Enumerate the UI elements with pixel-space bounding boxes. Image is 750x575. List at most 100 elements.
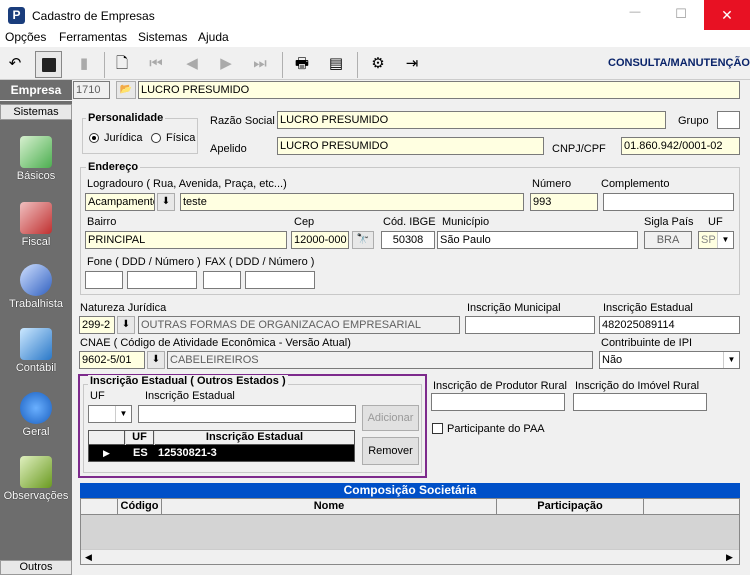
composicao-header: Composição Societária <box>80 483 740 498</box>
paa-checkbox[interactable] <box>432 423 443 434</box>
contabil-icon <box>20 328 52 360</box>
fone-number-field[interactable] <box>127 271 197 289</box>
menu-ajuda[interactable]: Ajuda <box>198 31 229 44</box>
fax-label: FAX ( DDD / Número ) <box>205 256 315 268</box>
menu-sistemas[interactable]: Sistemas <box>138 31 187 44</box>
ie-row-ie: 12530821-3 <box>158 447 217 459</box>
ie-outros-ie-label: Inscrição Estadual <box>145 390 235 402</box>
exit-icon[interactable]: ⇥ <box>400 52 424 76</box>
fone-label: Fone ( DDD / Número ) <box>87 256 201 268</box>
radio-juridica[interactable] <box>89 133 99 143</box>
razao-social-label: Razão Social <box>210 115 275 127</box>
sidebar-footer[interactable]: Outros <box>0 560 72 575</box>
fiscal-icon <box>20 202 52 234</box>
title-bar: P Cadastro de Empresas — ☐ ✕ <box>0 0 750 30</box>
scroll-right-icon[interactable]: ▶ <box>726 551 733 564</box>
ie-row-uf: ES <box>133 447 148 459</box>
cnpj-label: CNPJ/CPF <box>552 143 606 155</box>
sidebar-item-contabil[interactable]: Contábil <box>0 328 72 374</box>
sidebar-item-trabalhista[interactable]: Trabalhista <box>0 264 72 310</box>
complemento-label: Complemento <box>601 178 670 190</box>
inscricao-municipal-label: Inscrição Municipal <box>467 302 561 314</box>
fax-number-field[interactable] <box>245 271 315 289</box>
cep-search-icon[interactable]: 🔭 <box>352 231 374 249</box>
complemento-field[interactable] <box>603 193 734 211</box>
table-row[interactable]: ▶ ES 12530821-3 <box>89 445 354 461</box>
logradouro-lookup-button[interactable]: ⬇ <box>157 193 175 211</box>
cnae-lookup-button[interactable]: ⬇ <box>147 351 165 369</box>
app-icon: P <box>8 7 25 24</box>
cep-field[interactable]: 12000-000 <box>291 231 349 249</box>
ie-outros-ie-field[interactable] <box>138 405 356 423</box>
empresa-name: LUCRO PRESUMIDO <box>138 81 740 99</box>
natureza-code-field[interactable]: 299-2 <box>79 316 115 334</box>
minimize-button[interactable]: — <box>612 6 658 24</box>
logradouro-label: Logradouro ( Rua, Avenida, Praça, etc...… <box>87 178 287 190</box>
cnae-desc-field: CABELEIREIROS <box>167 351 593 369</box>
empresa-label: Empresa <box>0 80 72 100</box>
ie-outros-title: Inscrição Estadual ( Outros Estados ) <box>88 375 288 388</box>
print-icon[interactable]: 🖶 <box>290 52 314 76</box>
inscricao-estadual-field[interactable]: 482025089114 <box>599 316 740 334</box>
close-button[interactable]: ✕ <box>704 0 750 30</box>
sidebar-item-fiscal[interactable]: Fiscal <box>0 202 72 248</box>
cnpj-field[interactable]: 01.860.942/0001-02 <box>621 137 740 155</box>
ie-grid-header-ie: Inscrição Estadual <box>155 431 354 445</box>
sidebar-header: Sistemas <box>0 104 72 120</box>
sidebar-item-observacoes[interactable]: Observações <box>0 456 72 502</box>
open-folder-icon[interactable]: 📂 <box>116 81 136 99</box>
adicionar-button[interactable]: Adicionar <box>362 405 419 431</box>
ibge-field[interactable]: 50308 <box>381 231 435 249</box>
endereco-title: Endereço <box>86 161 141 174</box>
produtor-rural-label: Inscrição de Produtor Rural <box>433 380 567 392</box>
logradouro-tipo-field[interactable]: Acampamento <box>85 193 155 211</box>
produtor-rural-field[interactable] <box>431 393 565 411</box>
maximize-button[interactable]: ☐ <box>658 6 704 24</box>
undo-icon[interactable]: ↶ <box>3 52 27 76</box>
contribuinte-ipi-select[interactable]: Não <box>599 351 740 369</box>
tools-icon[interactable]: ⚙ <box>366 52 390 76</box>
remover-button[interactable]: Remover <box>362 437 419 465</box>
bairro-field[interactable]: PRINCIPAL <box>85 231 287 249</box>
municipio-field[interactable]: São Paulo <box>437 231 638 249</box>
inscricao-municipal-field[interactable] <box>465 316 595 334</box>
apelido-label: Apelido <box>210 143 247 155</box>
razao-social-field[interactable]: LUCRO PRESUMIDO <box>277 111 666 129</box>
first-record-icon: ⏮ <box>149 55 163 72</box>
uf-dropdown-arrow[interactable]: ▼ <box>717 232 733 248</box>
apelido-field[interactable]: LUCRO PRESUMIDO <box>277 137 544 155</box>
personalidade-title: Personalidade <box>86 112 166 125</box>
numero-field[interactable]: 993 <box>530 193 598 211</box>
bookmark-icon: ▮ <box>79 55 89 72</box>
sidebar-item-basicos[interactable]: Básicos <box>0 136 72 182</box>
composicao-col-participacao: Participação <box>497 499 644 515</box>
cnae-label: CNAE ( Código de Atividade Econômica - V… <box>80 337 351 349</box>
preview-icon[interactable]: 🗋 <box>110 52 134 76</box>
cnae-code-field[interactable]: 9602-5/01 <box>79 351 145 369</box>
sidebar-item-geral[interactable]: Geral <box>0 392 72 438</box>
row-selector-icon: ▶ <box>103 448 110 458</box>
menu-opcoes[interactable]: Opções <box>5 31 46 44</box>
grupo-field[interactable] <box>717 111 740 129</box>
fone-ddd-field[interactable] <box>85 271 123 289</box>
scroll-left-icon[interactable]: ◀ <box>85 551 92 564</box>
bairro-label: Bairro <box>87 216 117 228</box>
save-icon[interactable] <box>35 51 62 78</box>
imovel-rural-field[interactable] <box>573 393 707 411</box>
menu-ferramentas[interactable]: Ferramentas <box>59 31 127 44</box>
uf-label: UF <box>708 216 723 228</box>
sigla-pais-label: Sigla País <box>644 216 694 228</box>
ie-outros-uf-dropdown-arrow[interactable]: ▼ <box>115 406 131 422</box>
fax-ddd-field[interactable] <box>203 271 241 289</box>
ibge-label: Cód. IBGE <box>383 216 436 228</box>
grupo-label: Grupo <box>678 115 709 127</box>
composicao-scrollbar[interactable]: ◀ ▶ <box>81 549 739 564</box>
trabalhista-icon <box>20 264 52 296</box>
municipio-label: Município <box>442 216 490 228</box>
logradouro-field[interactable]: teste <box>180 193 524 211</box>
contribuinte-ipi-dropdown-arrow[interactable]: ▼ <box>723 352 739 368</box>
natureza-lookup-button[interactable]: ⬇ <box>117 316 135 334</box>
report-icon[interactable]: ▤ <box>324 52 348 76</box>
radio-fisica[interactable] <box>151 133 161 143</box>
inscricao-estadual-label: Inscrição Estadual <box>603 302 693 314</box>
